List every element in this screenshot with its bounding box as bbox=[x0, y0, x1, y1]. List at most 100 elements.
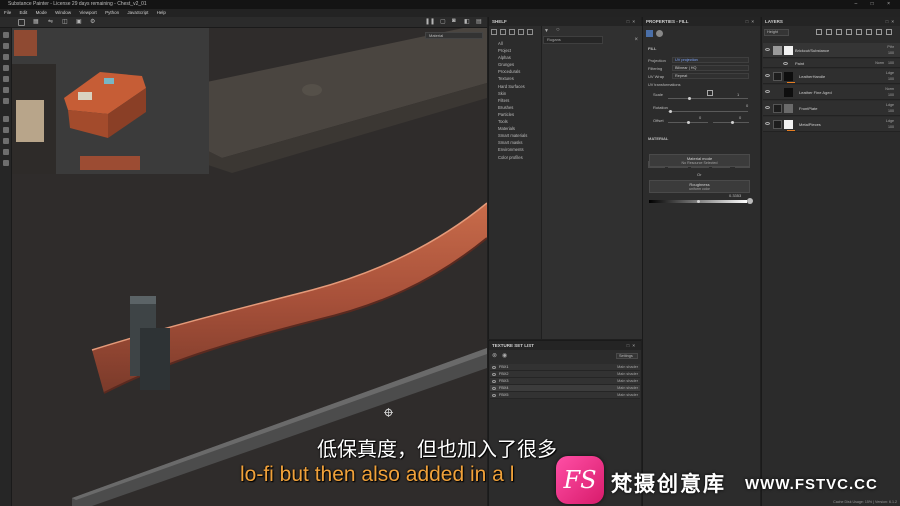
layer-blend[interactable]: Ldge bbox=[886, 71, 894, 75]
texture-set-shader[interactable]: Main shader bbox=[617, 385, 638, 392]
filter-icon[interactable]: ▼ bbox=[544, 28, 549, 34]
close-panel-icon[interactable]: × bbox=[632, 19, 638, 24]
layer-name[interactable]: LeatherHandle bbox=[799, 74, 825, 79]
roughness-button[interactable]: Roughness uniform color bbox=[649, 180, 750, 193]
shelf-category-smart-materials[interactable]: Smart materials bbox=[498, 132, 541, 139]
clone-icon[interactable] bbox=[3, 87, 9, 93]
layer-name[interactable]: Brickcut/Substance bbox=[795, 48, 829, 53]
texture-thumb-2[interactable] bbox=[16, 100, 44, 142]
shelf-category-particles[interactable]: Particles bbox=[498, 111, 541, 118]
eye-icon[interactable] bbox=[765, 122, 770, 125]
eye-icon[interactable] bbox=[492, 380, 496, 383]
picker-icon[interactable] bbox=[3, 98, 9, 104]
lock-icon[interactable] bbox=[707, 90, 713, 96]
scale-slider[interactable] bbox=[668, 98, 748, 99]
search-icon[interactable]: ○ bbox=[556, 27, 560, 33]
scale-value[interactable]: 1 bbox=[737, 92, 739, 97]
pause-icon[interactable]: ❚❚ bbox=[425, 18, 435, 25]
layer-opacity[interactable]: 100 bbox=[888, 125, 894, 129]
split-view-icon[interactable]: ▤ bbox=[476, 18, 482, 25]
screenshot-icon[interactable]: ▢ bbox=[440, 18, 446, 25]
menu-edit[interactable]: Edit bbox=[20, 10, 28, 15]
shader-settings-icon[interactable] bbox=[3, 138, 9, 144]
shelf-category-color-profiles[interactable]: Color profiles bbox=[498, 154, 541, 161]
shelf-category-project[interactable]: Project bbox=[498, 47, 541, 54]
folder-icon[interactable] bbox=[773, 72, 782, 81]
minimize-button[interactable]: – bbox=[854, 1, 863, 7]
layout-icon[interactable]: ▦ bbox=[33, 18, 39, 25]
link-icon[interactable]: ⊗ bbox=[492, 352, 497, 359]
texture-set-shader[interactable]: Main shader bbox=[617, 378, 638, 385]
texture-set-row[interactable]: FBX5 Main shader bbox=[490, 392, 640, 399]
bake-icon[interactable] bbox=[3, 116, 9, 122]
shelf-category-environments[interactable]: Environments bbox=[498, 146, 541, 153]
material-sphere-icon[interactable] bbox=[656, 30, 663, 37]
texture-thumb-1[interactable] bbox=[14, 30, 37, 56]
layer-name[interactable]: Paint bbox=[795, 61, 804, 66]
duplicate-layer-icon[interactable] bbox=[866, 29, 872, 35]
rotation-value[interactable]: 0 bbox=[746, 103, 748, 108]
uv-transform-label[interactable]: UV transformations bbox=[648, 83, 681, 87]
uvwrap-dropdown[interactable]: Repeat bbox=[672, 73, 749, 79]
add-paint-icon[interactable] bbox=[846, 29, 852, 35]
shelf-category-filters[interactable]: Filters bbox=[498, 97, 541, 104]
eye-icon[interactable] bbox=[765, 106, 770, 109]
texture-set-row[interactable]: FBX4 Main shader bbox=[490, 385, 640, 392]
layers-blend-dropdown[interactable]: Height bbox=[764, 29, 789, 36]
material-dropdown[interactable]: Material bbox=[425, 32, 483, 39]
folder-icon[interactable] bbox=[773, 120, 782, 129]
material-mode-button[interactable]: Material mode No Resource Selected bbox=[649, 154, 750, 167]
symmetry-icon[interactable]: ⇋ bbox=[48, 18, 53, 25]
fill-layer-icon[interactable] bbox=[646, 30, 653, 37]
eye-icon[interactable] bbox=[765, 48, 770, 51]
layer-blend[interactable]: Norm bbox=[875, 61, 884, 65]
menu-viewport[interactable]: Viewport bbox=[79, 10, 96, 15]
layer-blend[interactable]: Norm bbox=[885, 87, 894, 91]
eye-icon[interactable] bbox=[492, 387, 496, 390]
projection-icon[interactable] bbox=[3, 54, 9, 60]
layer-opacity[interactable]: 100 bbox=[888, 109, 894, 113]
layer-opacity[interactable]: 100 bbox=[888, 51, 894, 55]
layer-row[interactable]: Brickcut/Substance Pthr 100 bbox=[763, 43, 900, 58]
offset-u-handle[interactable] bbox=[687, 121, 690, 124]
eye-icon[interactable] bbox=[765, 74, 770, 77]
add-folder-icon[interactable] bbox=[856, 29, 862, 35]
eye-icon[interactable] bbox=[765, 90, 770, 93]
layer-opacity[interactable]: 100 bbox=[888, 77, 894, 81]
texture-set-row[interactable]: FBX1 Main shader bbox=[490, 364, 640, 371]
texture-set-row[interactable]: FBX3 Main shader bbox=[490, 378, 640, 385]
add-effect-icon[interactable] bbox=[816, 29, 822, 35]
menu-help[interactable]: Help bbox=[157, 10, 166, 15]
camera-render-icon[interactable]: ◙ bbox=[452, 18, 456, 24]
shelf-category-procedurals[interactable]: Procedurals bbox=[498, 68, 541, 75]
texture-set-shader[interactable]: Main shader bbox=[617, 371, 638, 378]
layer-row[interactable]: FrontPlate Ldge 100 bbox=[763, 101, 900, 116]
display-settings-icon[interactable] bbox=[3, 127, 9, 133]
offset-value-v[interactable]: 0 bbox=[739, 115, 741, 120]
camera-icon[interactable]: ◫ bbox=[62, 18, 68, 25]
grid-icon[interactable] bbox=[18, 19, 25, 26]
layer-row[interactable]: MetalPieces Ldge 100 bbox=[763, 117, 900, 132]
layer-blend[interactable]: Ldge bbox=[886, 119, 894, 123]
add-fill-icon[interactable] bbox=[836, 29, 842, 35]
list-view-icon[interactable] bbox=[527, 29, 533, 35]
projection-dropdown[interactable]: UV projection bbox=[672, 57, 749, 63]
shelf-search-input[interactable]: Rugans bbox=[543, 36, 603, 44]
add-mask-icon[interactable] bbox=[826, 29, 832, 35]
import-icon[interactable] bbox=[509, 29, 515, 35]
texture-set-shader[interactable]: Main shader bbox=[617, 392, 638, 399]
eraser-icon[interactable] bbox=[3, 43, 9, 49]
folder-icon[interactable] bbox=[491, 29, 497, 35]
texture-set-row[interactable]: FBX2 Main shader bbox=[490, 371, 640, 378]
layer-opacity[interactable]: 100 bbox=[888, 61, 894, 65]
eye-icon[interactable] bbox=[492, 394, 496, 397]
filtering-dropdown[interactable]: Bilinear | HQ bbox=[672, 65, 749, 71]
layer-row[interactable]: Leather Fine Aged Norm 100 bbox=[763, 85, 900, 100]
roughness-slider-handle[interactable] bbox=[697, 200, 700, 203]
menu-file[interactable]: File bbox=[4, 10, 11, 15]
folder-icon[interactable] bbox=[773, 104, 782, 113]
clear-search-icon[interactable]: × bbox=[634, 37, 638, 43]
menu-python[interactable]: Python bbox=[105, 10, 119, 15]
layer-blend[interactable]: Pthr bbox=[887, 45, 894, 49]
shelf-category-tools[interactable]: Tools bbox=[498, 118, 541, 125]
